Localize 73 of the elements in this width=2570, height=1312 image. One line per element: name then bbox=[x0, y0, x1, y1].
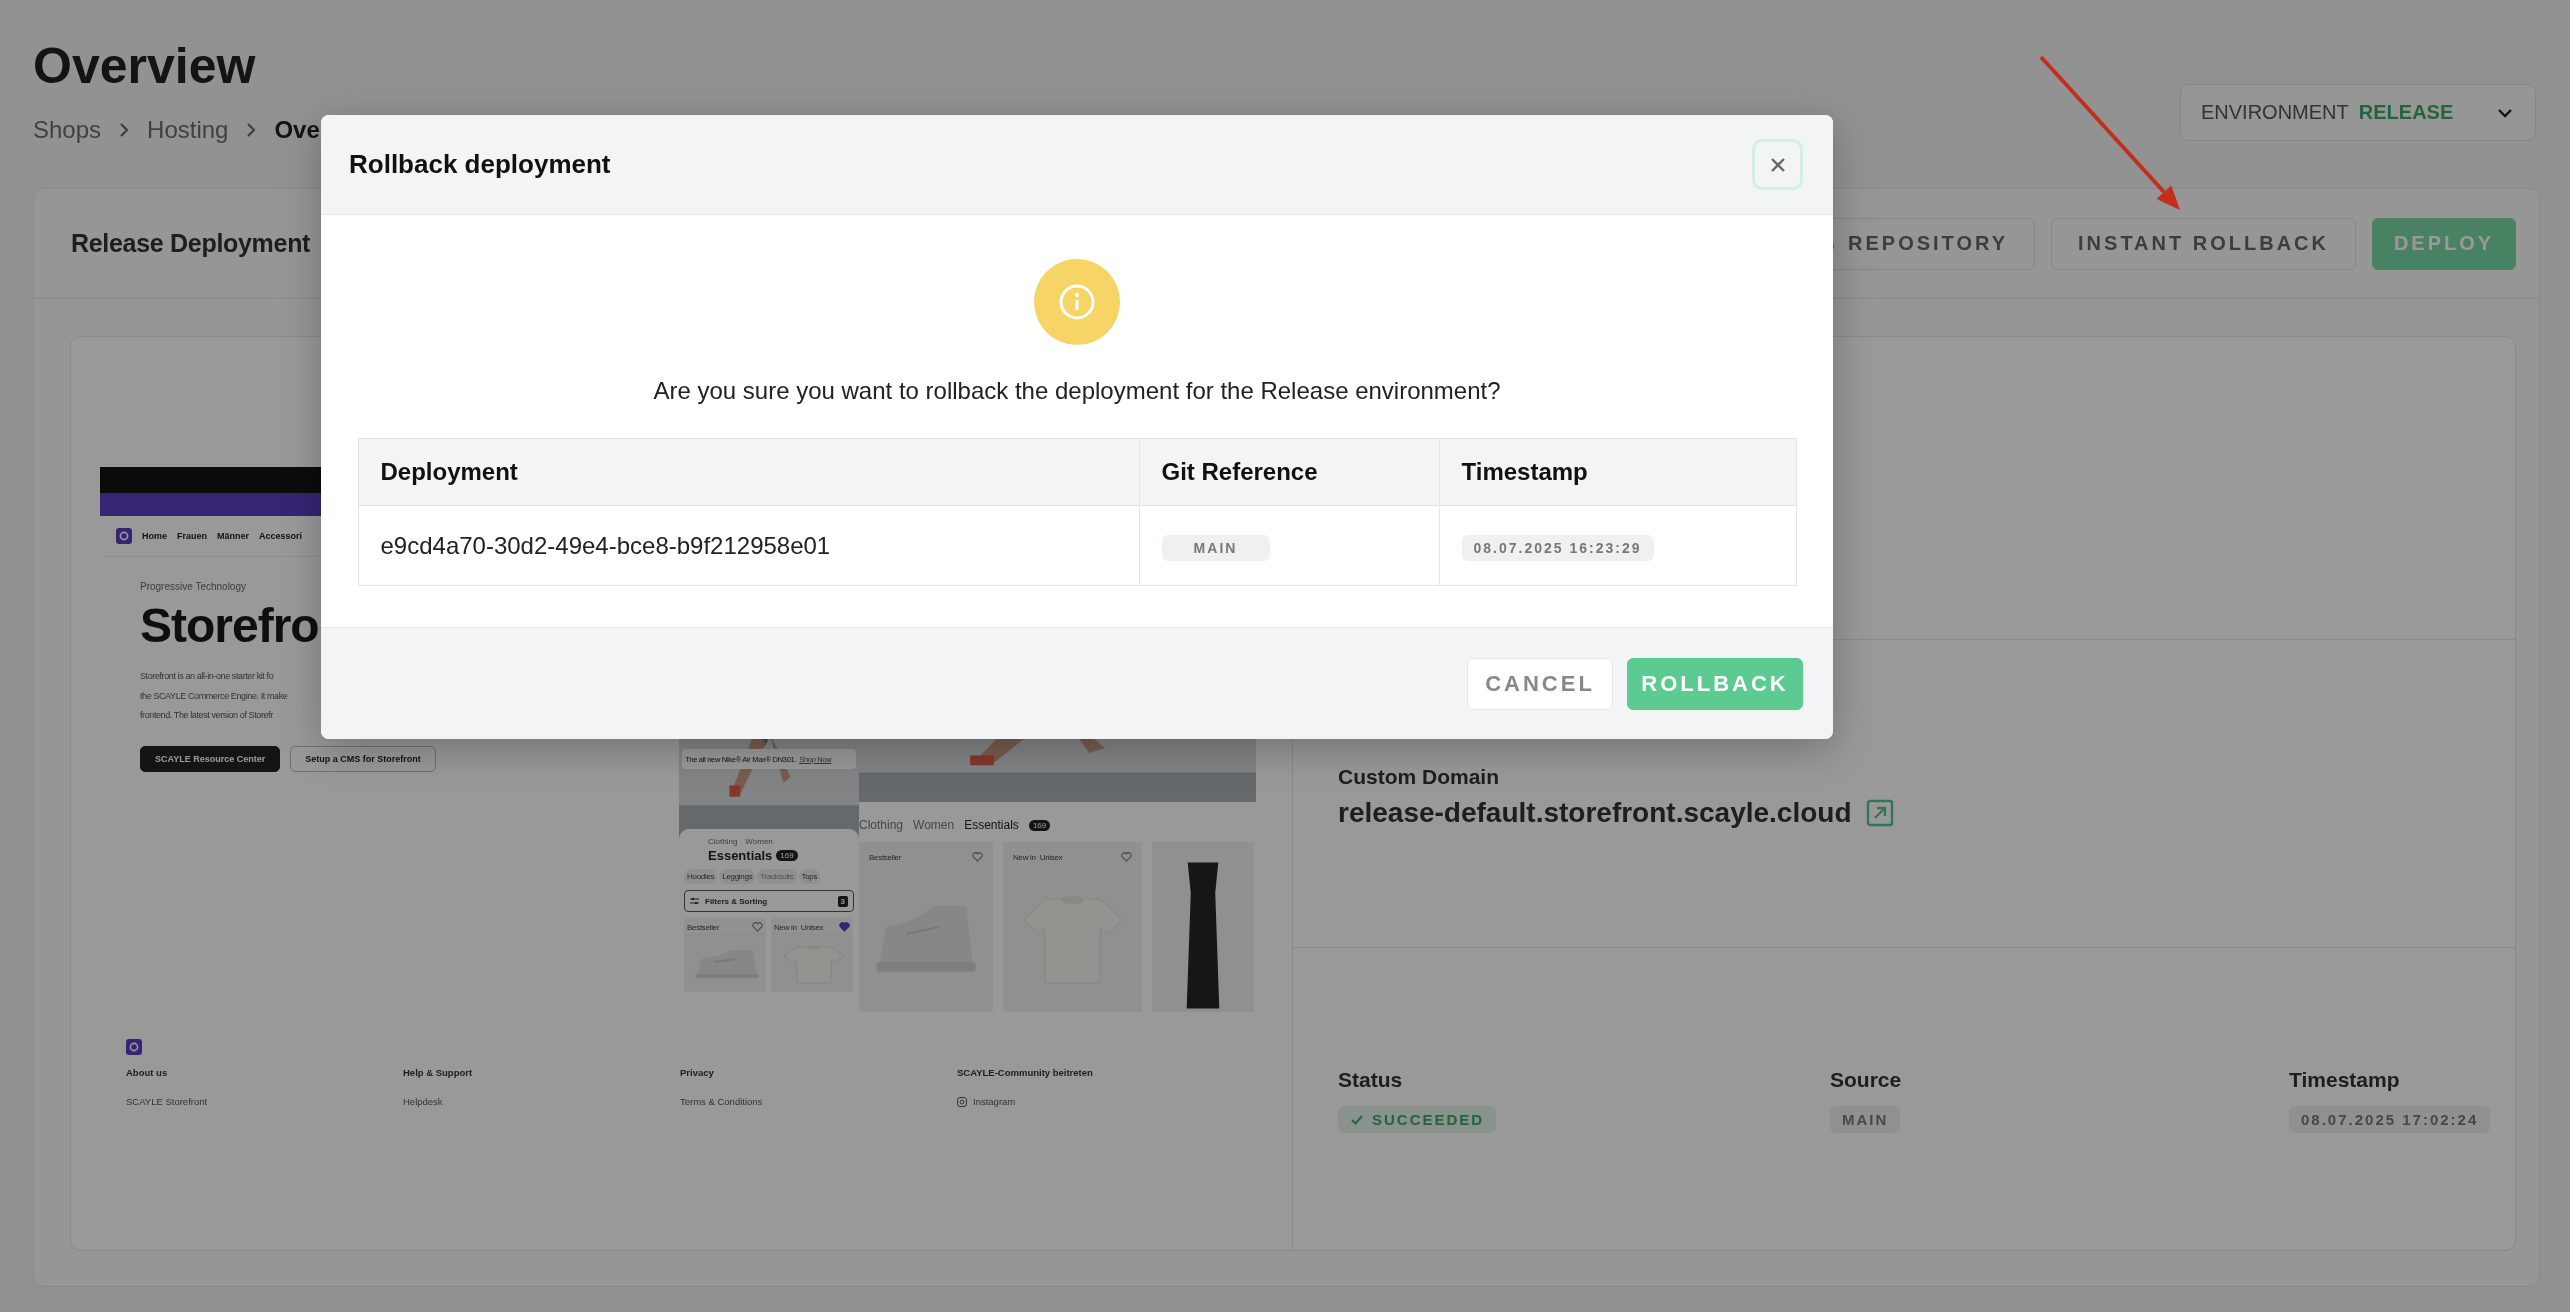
cta-button[interactable]: Setup a CMS for Storefront bbox=[290, 745, 436, 772]
cta-button[interactable]: SCAYLE Resource Center bbox=[140, 745, 281, 772]
field-label: Timestamp bbox=[2289, 1068, 2401, 1092]
breadcrumb-text: Women bbox=[913, 818, 955, 832]
tag: 08.07.2025 16:23:29 bbox=[1461, 534, 1654, 561]
product-tag: Unisex bbox=[1039, 852, 1063, 862]
product-tag: Bestseller bbox=[687, 922, 720, 932]
breadcrumb-link[interactable]: Shops bbox=[33, 116, 102, 144]
domain-link[interactable]: release-default.storefront.scayle.cloud bbox=[1338, 797, 1852, 829]
breadcrumb-text: Clothing bbox=[708, 837, 738, 846]
paragraph-line: the SCAYLE Commerce Engine. It make bbox=[140, 689, 288, 703]
nav-link[interactable]: Frauen bbox=[177, 531, 208, 541]
field-label: Source bbox=[1830, 1068, 1903, 1092]
logo-icon bbox=[116, 528, 132, 544]
product-card[interactable]: Bestseller bbox=[859, 842, 993, 1012]
column-header: Git Reference bbox=[1139, 438, 1439, 506]
product-tag: Bestseller bbox=[869, 852, 902, 862]
tag: 08.07.2025 17:02:24 bbox=[2289, 1106, 2491, 1133]
filter-chip[interactable]: Leggings bbox=[719, 869, 756, 884]
breadcrumb-link[interactable]: Hosting bbox=[147, 116, 229, 144]
footer-heading: SCAYLE-Community beitreten bbox=[957, 1067, 1094, 1078]
nav-link[interactable]: Accessori bbox=[259, 531, 303, 541]
footer-link[interactable]: Instagram bbox=[957, 1096, 1016, 1107]
external-link-icon bbox=[1865, 799, 1894, 827]
check-icon bbox=[1350, 1113, 1364, 1126]
count-badge: 169 bbox=[1028, 819, 1051, 831]
table-cell: e9cd4a70-30d2-49e4-bce8-b9f212958e01 bbox=[358, 505, 1139, 586]
logo-icon bbox=[126, 1039, 142, 1055]
category-title: Essentials bbox=[708, 848, 773, 863]
column-header: Deployment bbox=[358, 438, 1139, 506]
product-tag: New in bbox=[774, 922, 797, 932]
breadcrumb-text: Essentials bbox=[964, 818, 1019, 832]
close-button[interactable] bbox=[1752, 139, 1803, 190]
count-badge: 3 bbox=[837, 895, 848, 907]
dialog-title: Rollback deployment bbox=[349, 149, 611, 180]
footer-link[interactable]: SCAYLE Storefront bbox=[126, 1096, 208, 1107]
nav-link[interactable]: Home bbox=[142, 531, 167, 541]
hero-heading: Storefro bbox=[140, 598, 320, 653]
instant-rollback-button[interactable]: INSTANT ROLLBACK bbox=[2051, 217, 2356, 270]
status-badge: SUCCEEDED bbox=[1338, 1106, 1497, 1133]
close-icon bbox=[1768, 155, 1787, 174]
count-badge: 169 bbox=[776, 850, 798, 861]
nav-link[interactable]: Männer bbox=[217, 531, 250, 541]
filter-field[interactable]: Filters & Sorting 3 bbox=[684, 890, 854, 912]
confirmation-text: Are you sure you want to rollback the deployment for the Release environment? bbox=[653, 377, 1501, 405]
filter-chip[interactable]: Hoodies bbox=[684, 869, 718, 884]
sliders-icon bbox=[690, 897, 699, 905]
breadcrumb-text: Women bbox=[745, 837, 773, 846]
filter-chip[interactable]: Tops bbox=[798, 869, 821, 884]
tag: MAIN bbox=[1161, 534, 1270, 561]
tag: MAIN bbox=[1830, 1106, 1901, 1133]
camera-icon bbox=[957, 1096, 967, 1107]
card-title: Release Deployment bbox=[71, 229, 311, 258]
footer-heading: Help & Support bbox=[403, 1067, 474, 1078]
product-tag: New in bbox=[1013, 852, 1036, 862]
footer-link[interactable]: Helpdesk bbox=[403, 1096, 443, 1107]
info-icon bbox=[1034, 259, 1120, 345]
field-label: Status bbox=[1338, 1068, 1404, 1092]
footer-link[interactable]: Terms & Conditions bbox=[680, 1096, 763, 1107]
product-tag: Unisex bbox=[800, 922, 824, 932]
breadcrumb-link[interactable]: Ove bbox=[274, 116, 320, 144]
field-label: Custom Domain bbox=[1338, 765, 1500, 789]
footer-heading: About us bbox=[126, 1067, 169, 1078]
paragraph-line: Storefront is an all-in-one starter kit fo bbox=[140, 670, 274, 683]
breadcrumb-text: Clothing bbox=[859, 818, 904, 832]
environment-select[interactable]: ENVIRONMENT RELEASE bbox=[2180, 84, 2536, 141]
paragraph-line: frontend. The latest version of Storefr bbox=[140, 709, 273, 722]
product-card[interactable]: New in Unisex bbox=[1003, 842, 1142, 1012]
column-header: Timestamp bbox=[1439, 438, 1796, 506]
footer-heading: Privacy bbox=[680, 1067, 715, 1078]
page-title: Overview bbox=[33, 37, 257, 96]
eyebrow-text: Progressive Technology bbox=[140, 581, 247, 592]
cancel-button[interactable]: CANCEL bbox=[1467, 657, 1613, 710]
